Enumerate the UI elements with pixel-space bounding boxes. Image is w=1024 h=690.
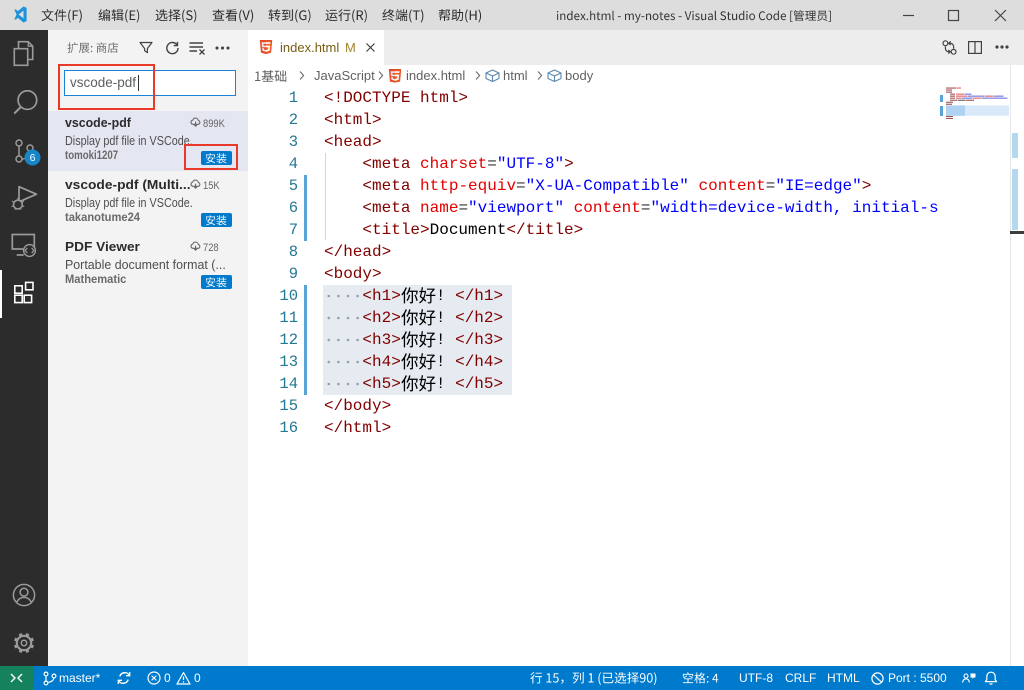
svg-text:6: 6 (30, 152, 36, 164)
